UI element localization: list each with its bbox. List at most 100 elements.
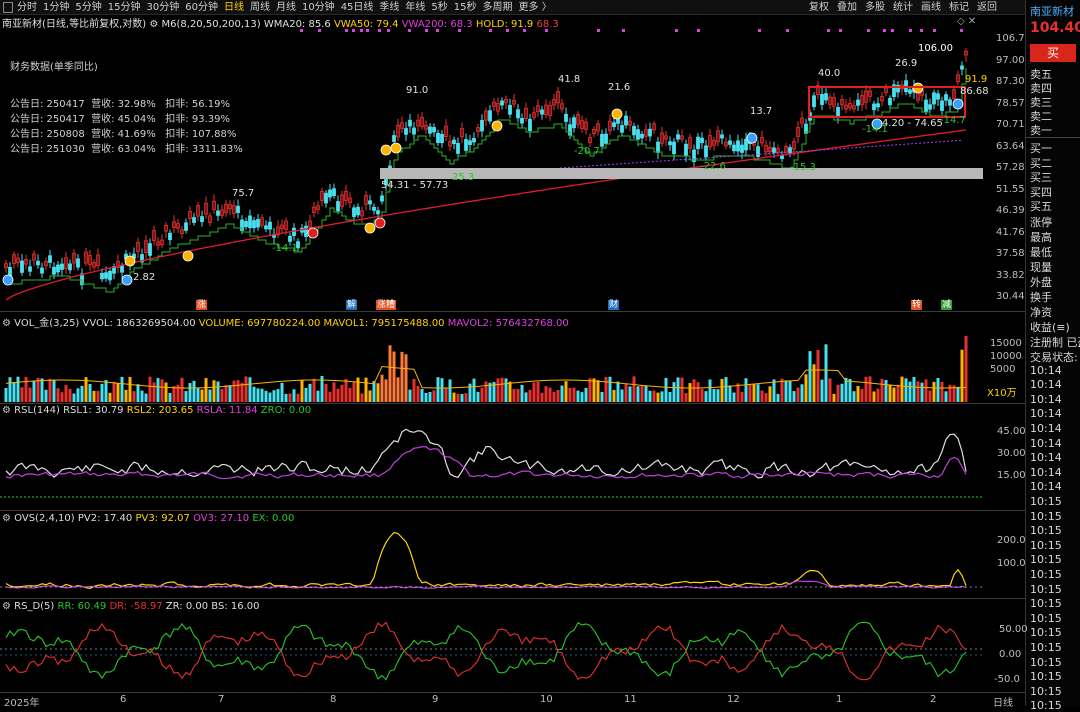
event-marker-icon[interactable] [2,274,14,286]
annotation-label[interactable]: 91.9 [965,74,987,85]
tick-time[interactable]: 10:15 [1030,568,1062,581]
period-tab-1[interactable]: 1分钟 [40,1,72,15]
tick-time[interactable]: 10:14 [1030,422,1062,435]
rsd-axis-label[interactable]: 0.00 [999,649,1021,660]
event-tag[interactable]: 财 [608,300,620,310]
period-tab-13[interactable]: 5秒 [428,1,450,15]
tick-time[interactable]: 10:15 [1030,583,1062,596]
tick-time[interactable]: 10:15 [1030,510,1062,523]
event-marker-icon[interactable] [491,120,503,132]
volume-axis-label[interactable]: 15000 [990,338,1022,349]
quote-field[interactable]: 最低 [1030,244,1052,260]
quote-field[interactable]: 最高 [1030,229,1052,245]
annotation-label[interactable]: 106.00 [918,43,953,54]
annotation-label[interactable]: 91.0 [406,85,428,96]
tick-time[interactable]: 10:15 [1030,553,1062,566]
quote-field[interactable]: 注册制 已盈 [1030,334,1080,350]
chart-toolbar-icons[interactable]: ◇ ✕ [957,16,976,27]
tool-3[interactable]: 统计 [889,1,917,15]
rsd-axis-label[interactable]: 50.00 [999,624,1028,635]
tick-time[interactable]: 10:15 [1030,524,1062,537]
event-tag[interactable]: 解 [346,300,358,310]
period-tab-2[interactable]: 5分钟 [72,1,104,15]
volume-chart[interactable] [0,326,983,402]
annotation-label[interactable]: -14.7 [940,115,966,126]
rsl-axis-label[interactable]: 15.00 [997,470,1026,481]
quote-field[interactable]: 收益(≡) [1030,319,1070,335]
period-tab-6[interactable]: 日线 [221,1,247,15]
close-icon[interactable]: ✕ [968,16,976,27]
settings-icon-ovs[interactable]: ⚙ [2,513,11,524]
tick-time[interactable]: 10:15 [1030,685,1062,698]
buy-button[interactable]: 买 [1030,44,1076,62]
event-tag[interactable]: 涨糟 [376,300,397,310]
rsd-axis-label[interactable]: -50.0 [994,674,1020,685]
quote-field[interactable]: 换手 [1030,289,1052,305]
annotation-label[interactable]: 75.7 [232,188,254,199]
volume-axis-label[interactable]: 5000 [990,364,1015,375]
tick-time[interactable]: 10:15 [1030,597,1062,610]
tool-4[interactable]: 画线 [917,1,945,15]
annotation-label[interactable]: -15.3 [790,162,816,173]
tick-time[interactable]: 10:15 [1030,539,1062,552]
period-tab-11[interactable]: 季线 [376,1,402,15]
settings-icon-rsl[interactable]: ⚙ [2,405,11,416]
tick-time[interactable]: 10:14 [1030,480,1062,493]
period-tab-9[interactable]: 10分钟 [299,1,338,15]
tool-2[interactable]: 多股 [861,1,889,15]
tick-time[interactable]: 10:14 [1030,451,1062,464]
event-marker-icon[interactable] [380,144,392,156]
event-marker-icon[interactable] [182,250,194,262]
rsl-chart[interactable] [0,417,983,509]
volume-axis-label[interactable]: X10万 [987,384,1017,399]
annotation-label[interactable]: 40.0 [818,68,840,79]
period-tab-10[interactable]: 45日线 [338,1,377,15]
tick-time[interactable]: 10:14 [1030,393,1062,406]
event-marker-icon[interactable] [307,227,319,239]
quote-field[interactable]: 交易状态: 正 [1030,349,1080,365]
period-tab-3[interactable]: 15分钟 [105,1,144,15]
annotation-label[interactable]: -20.7 [574,146,600,157]
quote-field[interactable]: 现量 [1030,259,1052,275]
period-tab-4[interactable]: 30分钟 [143,1,182,15]
annotation-label[interactable]: 26.9 [895,58,917,69]
tick-time[interactable]: 10:15 [1030,670,1062,683]
period-tab-12[interactable]: 年线 [402,1,428,15]
annotation-label[interactable]: 41.8 [558,74,580,85]
tick-time[interactable]: 10:14 [1030,466,1062,479]
tick-time[interactable]: 10:14 [1030,364,1062,377]
event-marker-icon[interactable] [390,142,402,154]
tick-time[interactable]: 10:15 [1030,495,1062,508]
period-tab-5[interactable]: 60分钟 [182,1,221,15]
period-tab-14[interactable]: 15秒 [451,1,480,15]
event-marker-icon[interactable] [611,108,623,120]
rsl-axis-label[interactable]: 30.00 [997,448,1026,459]
period-tab-7[interactable]: 周线 [247,1,273,15]
tool-1[interactable]: 叠加 [833,1,861,15]
tick-time[interactable]: 10:15 [1030,612,1062,625]
order-book-buy-level[interactable]: 买五 [1030,198,1052,214]
annotation-label[interactable]: 21.6 [608,82,630,93]
event-tag[interactable]: 涨 [196,300,208,310]
ovs-axis-label[interactable]: 100.0 [997,558,1026,569]
tick-time[interactable]: 10:14 [1030,407,1062,420]
tick-time[interactable]: 10:15 [1030,626,1062,639]
tick-time[interactable]: 10:14 [1030,437,1062,450]
annotation-label[interactable]: 25.3 [452,172,474,183]
order-book-sell-level[interactable]: 卖一 [1030,122,1052,138]
event-tag[interactable]: 减 [941,300,953,310]
period-tab-0[interactable]: 分时 [14,1,40,15]
tool-5[interactable]: 标记 [945,1,973,15]
event-marker-icon[interactable] [364,222,376,234]
tick-time[interactable]: 10:15 [1030,641,1062,654]
period-tab-15[interactable]: 多周期 [480,1,516,15]
annotation-label[interactable]: 2.82 [133,272,155,283]
rsd-chart[interactable] [0,613,983,691]
annotation-label[interactable]: -22.6 [700,161,726,172]
ovs-chart[interactable] [0,525,983,597]
quote-field[interactable]: 净资 [1030,304,1052,320]
annotation-label[interactable]: 86.68 [960,86,989,97]
event-tag[interactable]: 转 [911,300,923,310]
annotation-label[interactable]: 13.7 [750,106,772,117]
ovs-axis-label[interactable]: 200.0 [997,535,1026,546]
